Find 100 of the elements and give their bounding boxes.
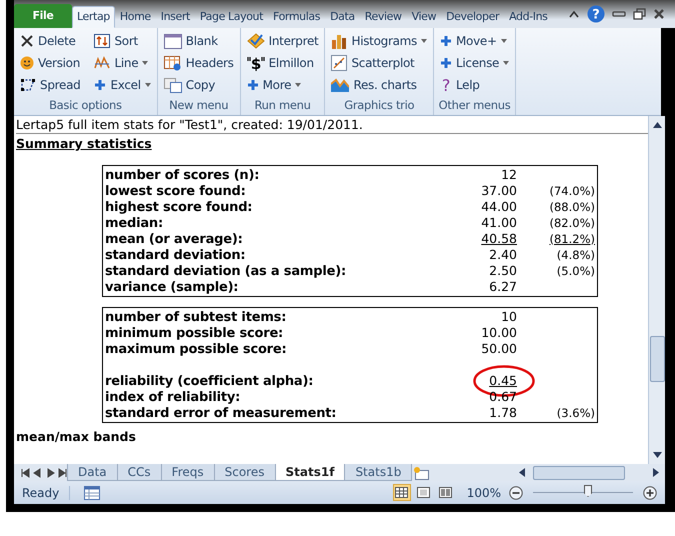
stat-value: 10.00 — [481, 325, 517, 340]
sort-icon — [94, 34, 110, 48]
scatter-chart-icon — [331, 55, 348, 71]
page-break-icon — [439, 487, 452, 498]
close-icon[interactable] — [653, 8, 665, 20]
stat-percent: (82.0%) — [549, 216, 595, 230]
question-mark-icon: ? — [440, 77, 452, 93]
dropdown-caret-icon — [503, 61, 510, 65]
ribbon-tab[interactable]: Developer — [441, 6, 504, 28]
view-button[interactable] — [414, 484, 433, 501]
stat-percent: (81.2%) — [549, 232, 595, 246]
stat-value: 40.58 — [481, 231, 517, 246]
group-label: Other menus — [438, 98, 512, 114]
ribbon-button[interactable]: Delete — [18, 30, 82, 52]
sheet-tab[interactable]: Stats1f — [274, 464, 346, 481]
scrollbar-thumb[interactable] — [533, 466, 625, 480]
collapse-ribbon-icon[interactable] — [568, 9, 580, 19]
spread-icon — [20, 78, 36, 92]
stat-label: index of reliability: — [105, 390, 242, 404]
ribbon-button[interactable]: License — [438, 52, 512, 74]
stat-value: 44.00 — [481, 199, 517, 214]
restore-icon[interactable] — [633, 8, 646, 20]
sheet-navigation-icon[interactable] — [20, 468, 68, 478]
vertical-scrollbar[interactable] — [648, 116, 665, 464]
ribbon-button[interactable]: Headers — [162, 52, 236, 74]
scroll-up-icon — [652, 122, 662, 128]
stat-percent: (4.8%) — [556, 248, 595, 262]
ribbon-tab[interactable]: Data — [325, 6, 360, 28]
minimize-icon[interactable] — [612, 10, 626, 18]
ribbon-button[interactable]: Copy — [162, 74, 236, 96]
ribbon-tab[interactable]: View — [406, 6, 442, 28]
page-icon — [417, 487, 430, 498]
ribbon-button[interactable]: Histograms — [329, 30, 429, 52]
section-heading: mean/max bands — [16, 428, 137, 444]
ribbon-button[interactable]: Sort — [92, 30, 153, 52]
sheet-icon[interactable] — [84, 486, 100, 500]
status-text: Ready — [22, 486, 70, 500]
group-label: Graphics trio — [343, 98, 416, 114]
file-tab[interactable]: File — [14, 4, 72, 28]
stat-label: median: — [105, 216, 164, 230]
ribbon-button[interactable]: Excel — [92, 74, 153, 96]
ribbon-button[interactable]: Scatterplot — [329, 52, 429, 74]
stat-label: standard deviation: — [105, 248, 246, 262]
sheet-tab[interactable]: CCs — [116, 464, 162, 481]
zoom-out-icon[interactable] — [509, 486, 523, 500]
ribbon-button[interactable]: More — [244, 74, 320, 96]
stat-label: minimum possible score: — [105, 326, 284, 340]
stat-percent: (5.0%) — [556, 264, 595, 278]
sheet-tab[interactable]: Stats1b — [344, 464, 412, 481]
group-label: Basic options — [48, 98, 123, 114]
ribbon-button[interactable]: Line — [92, 52, 153, 74]
ribbon-tab[interactable]: Add-Ins — [504, 6, 553, 28]
sheet-tab[interactable]: Freqs — [160, 464, 215, 481]
stat-label: number of scores (n): — [105, 168, 260, 182]
sheet-title: Lertap5 full item stats for "Test1", created: 19/01/2011. — [16, 116, 648, 134]
section-heading: Summary statistics — [16, 135, 153, 151]
ribbon-tab[interactable]: Insert — [156, 6, 195, 28]
ribbon-button[interactable]: Blank — [162, 30, 236, 52]
ribbon-tab[interactable]: Review — [360, 6, 407, 28]
sheet-tab[interactable]: Data — [67, 464, 118, 481]
stat-percent: (3.6%) — [556, 406, 595, 420]
ribbon-button[interactable]: Version — [18, 52, 82, 74]
zoom-level[interactable]: 100% — [466, 486, 501, 500]
group-label: New menu — [168, 98, 230, 114]
zoom-in-icon[interactable] — [643, 486, 657, 500]
dropdown-caret-icon — [144, 83, 151, 87]
dropdown-caret-icon — [295, 83, 302, 87]
stat-value: 2.40 — [489, 247, 517, 262]
ribbon-tab[interactable]: Formulas — [268, 6, 326, 28]
ribbon-button[interactable]: $ Elmillon — [244, 52, 320, 74]
new-sheet-icon[interactable] — [412, 466, 430, 480]
copy-icon — [164, 78, 182, 92]
stat-label: number of subtest items: — [105, 310, 288, 324]
stat-label: standard deviation (as a sample): — [105, 264, 347, 278]
blank-sheet-icon — [164, 34, 182, 48]
stat-value: 0.45 — [489, 373, 517, 388]
dropdown-caret-icon — [500, 39, 507, 43]
stat-value: 6.27 — [489, 279, 517, 294]
stat-label: reliability (coefficient alpha): — [105, 374, 314, 388]
scrollbar-thumb[interactable] — [650, 336, 664, 382]
table-icon — [164, 56, 182, 70]
plus-icon — [246, 79, 259, 91]
ribbon-tab[interactable]: Page Layout — [194, 6, 268, 28]
view-button[interactable] — [392, 484, 411, 501]
line-chart-icon — [94, 56, 110, 70]
zoom-slider-thumb[interactable] — [584, 485, 592, 497]
ribbon-button[interactable]: Move+ — [438, 30, 512, 52]
stat-value: 2.50 — [489, 263, 517, 278]
ribbon-button[interactable]: ? Lelp — [438, 74, 512, 96]
ribbon-button[interactable]: Interpret — [244, 30, 320, 52]
view-button[interactable] — [436, 484, 455, 501]
stat-value: 50.00 — [481, 341, 517, 356]
ribbon-button[interactable]: Spread — [18, 74, 82, 96]
area-chart-icon — [331, 78, 350, 92]
ribbon-tab[interactable]: Lertap — [72, 6, 115, 28]
stat-percent: (74.0%) — [549, 184, 595, 198]
help-icon[interactable]: ? — [587, 5, 605, 23]
ribbon-tab[interactable]: Home — [114, 6, 156, 28]
sheet-tab[interactable]: Scores — [214, 464, 276, 481]
ribbon-button[interactable]: Res. charts — [329, 74, 429, 96]
